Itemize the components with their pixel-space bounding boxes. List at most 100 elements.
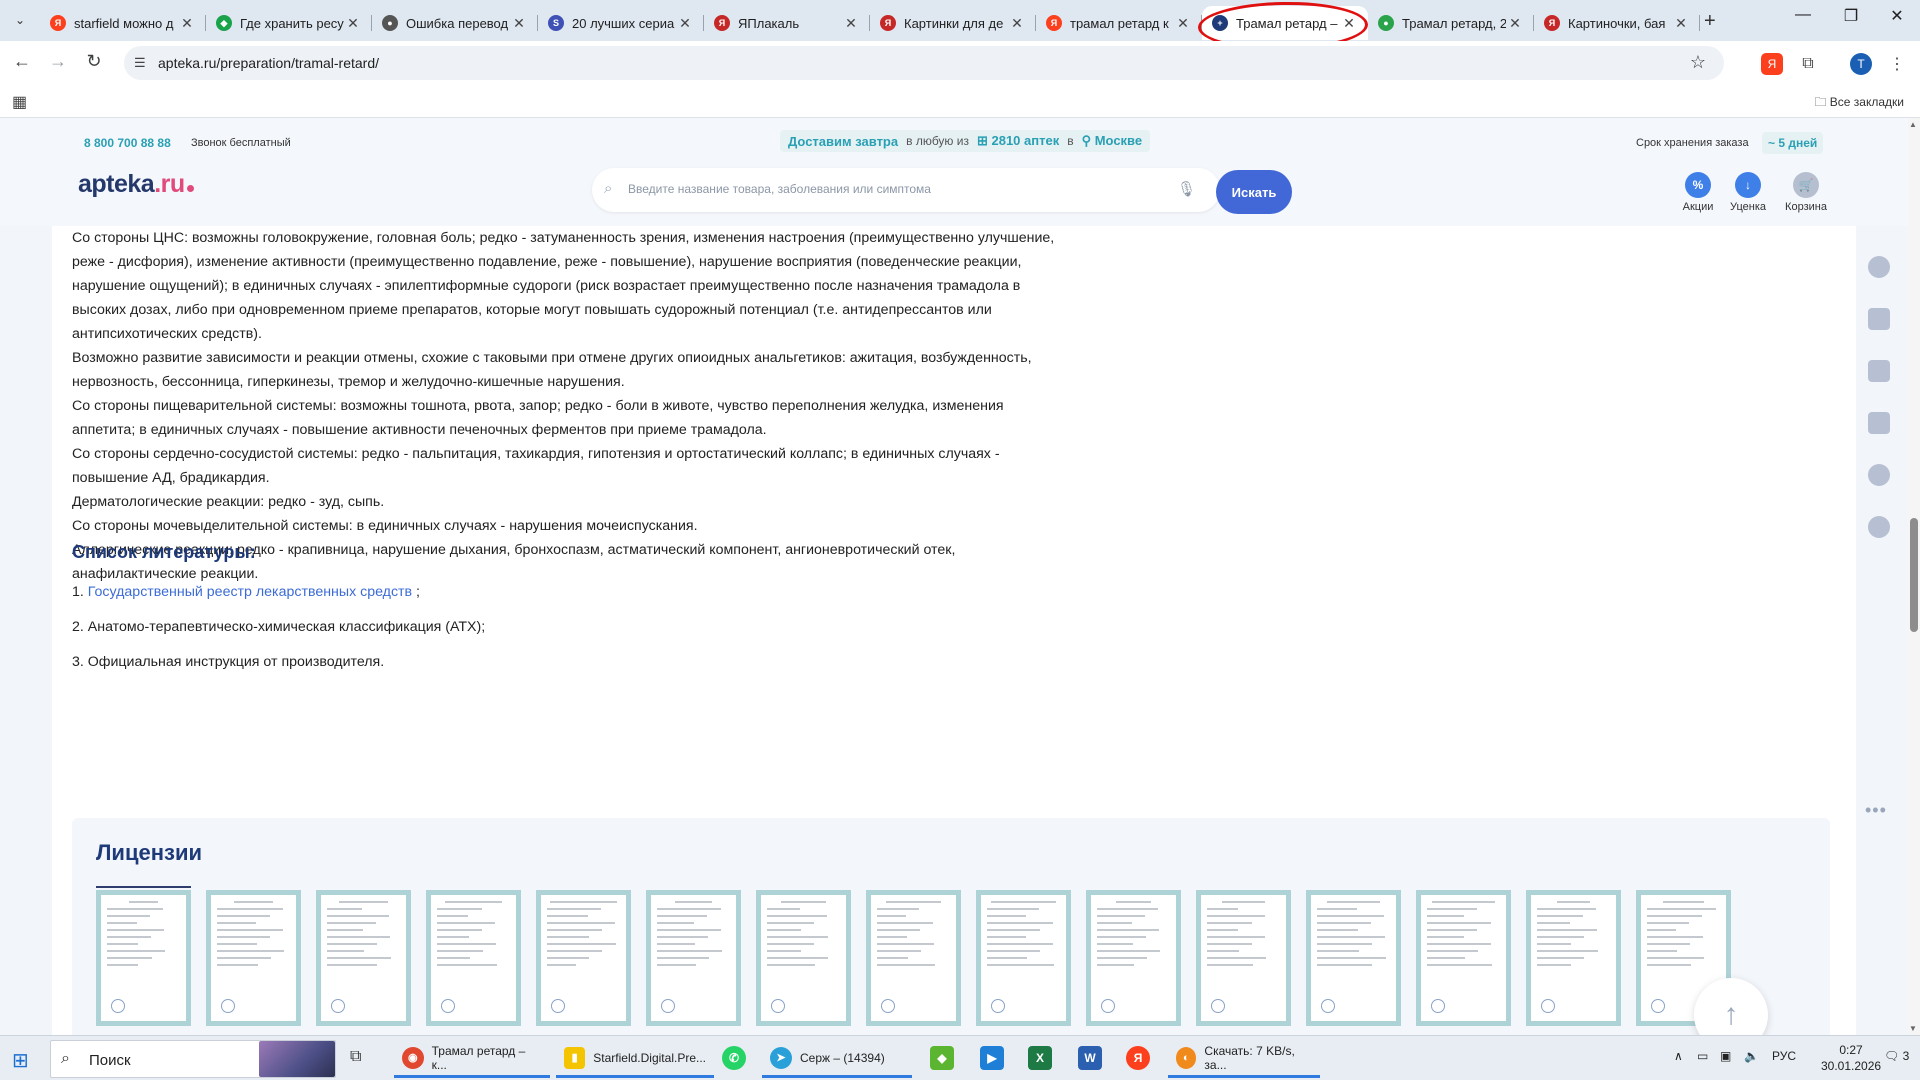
phone-number[interactable]: 8 800 700 88 88	[84, 136, 171, 150]
apps-grid-icon[interactable]: ▦	[12, 92, 27, 112]
browser-tab[interactable]: Я ЯПлакаль ✕	[704, 6, 870, 40]
tab-close-icon[interactable]: ✕	[344, 15, 362, 32]
browser-tab[interactable]: Я Картиночки, бая ✕	[1534, 6, 1700, 40]
scrollbar-thumb[interactable]	[1910, 518, 1918, 632]
drug-registry-link[interactable]: Государственный реестр лекарственных сре…	[88, 584, 412, 600]
taskbar-app-folder[interactable]: ▮ Starfield.Digital.Pre...	[556, 1040, 714, 1078]
license-text-line	[657, 922, 695, 924]
license-text-line	[107, 922, 137, 924]
reload-icon[interactable]: ↻	[82, 51, 106, 72]
search-button[interactable]: Искать	[1216, 170, 1292, 214]
tray-device-icon[interactable]: ▭	[1697, 1049, 1708, 1063]
volume-icon[interactable]: 🔈	[1744, 1049, 1759, 1063]
microphone-icon[interactable]: 🎙	[1177, 180, 1196, 198]
location-pin-icon[interactable]	[1868, 516, 1890, 538]
discount-tag-icon[interactable]	[1868, 308, 1890, 330]
license-thumbnail[interactable]	[976, 890, 1071, 1026]
minimize-button[interactable]: —	[1780, 6, 1826, 24]
yandex-browser-icon[interactable]: Я	[1126, 1046, 1150, 1070]
torrent-icon[interactable]: ◆	[930, 1046, 954, 1070]
scroll-down-arrow[interactable]: ▼	[1909, 1024, 1917, 1033]
system-clock[interactable]: 0:27 30.01.2026	[1821, 1042, 1881, 1074]
license-thumbnail[interactable]	[1196, 890, 1291, 1026]
task-view-icon[interactable]: ⧉	[350, 1048, 361, 1066]
search-input[interactable]: Введите название товара, заболевания или…	[628, 182, 931, 196]
browser-menu-icon[interactable]: ⋮	[1886, 53, 1908, 75]
chrome-app-label: Трамал ретард – к...	[431, 1043, 526, 1072]
tab-favicon-icon: Я	[880, 15, 896, 31]
tab-close-icon[interactable]: ✕	[1506, 15, 1524, 32]
promotions-link[interactable]: % Акции	[1671, 172, 1725, 213]
media-player-icon[interactable]: ▶	[980, 1046, 1004, 1070]
tray-chevron-icon[interactable]: ∧	[1674, 1049, 1683, 1063]
license-text-line	[437, 943, 497, 945]
close-window-button[interactable]: ✕	[1874, 6, 1920, 26]
license-thumbnail[interactable]	[646, 890, 741, 1026]
orders-icon[interactable]	[1868, 412, 1890, 434]
taskbar-search[interactable]: ⌕ Поиск	[50, 1040, 336, 1078]
browser-tab[interactable]: ● Трамал ретард, 2 ✕	[1368, 6, 1534, 40]
tab-close-icon[interactable]: ✕	[676, 15, 694, 32]
license-thumbnail[interactable]	[96, 890, 191, 1026]
all-bookmarks-button[interactable]: 🗀 Все закладки	[1814, 93, 1904, 114]
city-selector[interactable]: ⚲ Москве	[1082, 133, 1143, 149]
delivery-banner[interactable]: Доставим завтра в любую из ⊞ 2810 аптек …	[780, 130, 1151, 152]
license-thumbnail[interactable]	[1416, 890, 1511, 1026]
license-thumbnail[interactable]	[316, 890, 411, 1026]
bookmark-star-icon[interactable]: ☆	[1690, 52, 1706, 73]
restore-button[interactable]: ❐	[1828, 6, 1874, 26]
browser-tab[interactable]: Яstarfield можно д ✕	[40, 6, 206, 40]
back-icon[interactable]: ←	[10, 51, 34, 72]
license-thumbnail[interactable]	[536, 890, 631, 1026]
discount-link[interactable]: ↓ Уценка	[1721, 172, 1775, 213]
excel-icon[interactable]: X	[1028, 1046, 1052, 1070]
browser-tab[interactable]: ◆ Где хранить ресу ✕	[206, 6, 372, 40]
license-thumbnail[interactable]	[206, 890, 301, 1026]
cart-link[interactable]: 🛒 Корзина	[1779, 172, 1833, 213]
browser-tab[interactable]: S 20 лучших сериа ✕	[538, 6, 704, 40]
license-thumbnail[interactable]	[1526, 890, 1621, 1026]
profile-icon[interactable]	[1868, 256, 1890, 278]
new-tab-button[interactable]: +	[1704, 10, 1716, 33]
yandex-extension-icon[interactable]: Я	[1761, 53, 1783, 75]
tab-close-icon[interactable]: ✕	[178, 15, 196, 32]
language-indicator[interactable]: РУС	[1772, 1049, 1796, 1063]
more-options-icon[interactable]: •••	[1865, 800, 1887, 821]
page-scrollbar[interactable]: ▲ ▼	[1908, 118, 1920, 1035]
tab-close-icon[interactable]: ✕	[1008, 15, 1026, 32]
whatsapp-icon[interactable]: ✆	[722, 1046, 746, 1070]
scroll-up-arrow[interactable]: ▲	[1909, 120, 1917, 129]
license-thumbnail[interactable]	[1306, 890, 1401, 1026]
url-text[interactable]: apteka.ru/preparation/tramal-retard/	[158, 55, 379, 71]
site-info-icon[interactable]: ☰	[134, 55, 146, 71]
license-thumbnail[interactable]	[756, 890, 851, 1026]
license-thumbnail[interactable]	[866, 890, 961, 1026]
search-box[interactable]: ⌕ Введите название товара, заболевания и…	[592, 168, 1220, 212]
tab-close-icon[interactable]: ✕	[1672, 15, 1690, 32]
windows-start-icon[interactable]: ⊞	[12, 1048, 29, 1073]
info-icon[interactable]	[1868, 464, 1890, 486]
browser-tab[interactable]: Ятрамал ретард к ✕	[1036, 6, 1202, 40]
network-icon[interactable]: ▣	[1720, 1049, 1731, 1063]
browser-tab[interactable]: Я Картинки для де ✕	[870, 6, 1036, 40]
extensions-icon[interactable]: ⧉	[1797, 53, 1819, 75]
site-logo[interactable]: apteka.ru	[78, 170, 194, 199]
license-thumbnail[interactable]	[426, 890, 521, 1026]
notifications-icon[interactable]: 🗨 3	[1884, 1049, 1909, 1063]
tab-close-icon[interactable]: ✕	[510, 15, 528, 32]
taskbar-app-download[interactable]: ◐ Скачать: 7 KB/s, за...	[1168, 1040, 1320, 1078]
taskbar-app-chrome[interactable]: ◉ Трамал ретард – к...	[394, 1040, 550, 1078]
tab-close-icon[interactable]: ✕	[842, 15, 860, 32]
address-bar[interactable]: ☰ apteka.ru/preparation/tramal-retard/ ☆	[124, 46, 1724, 80]
taskbar-app-telegram[interactable]: ➤ Серж – (14394)	[762, 1040, 912, 1078]
word-icon[interactable]: W	[1078, 1046, 1102, 1070]
tab-close-icon[interactable]: ✕	[1174, 15, 1192, 32]
license-text-line	[1647, 922, 1690, 924]
license-text-line	[1317, 936, 1385, 938]
license-thumbnail[interactable]	[1086, 890, 1181, 1026]
forward-icon[interactable]: →	[46, 51, 70, 72]
catalog-icon[interactable]	[1868, 360, 1890, 382]
profile-avatar[interactable]: T	[1850, 53, 1872, 75]
tab-search-button[interactable]: ⌄	[6, 8, 34, 32]
browser-tab[interactable]: ● Ошибка перевод ✕	[372, 6, 538, 40]
